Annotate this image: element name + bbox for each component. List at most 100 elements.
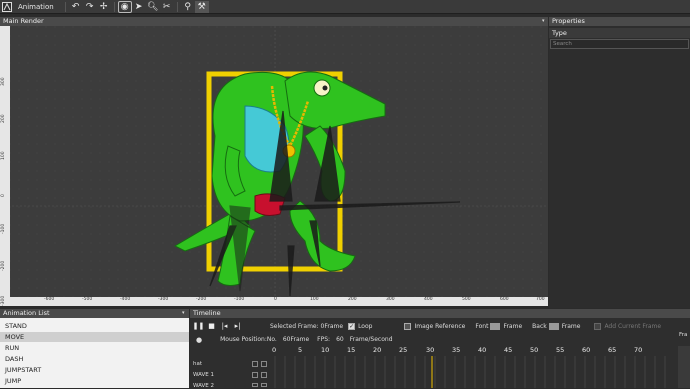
font-label: Font bbox=[475, 322, 489, 330]
render-canvas[interactable] bbox=[0, 26, 548, 306]
animation-list-item[interactable]: RUN bbox=[0, 343, 189, 353]
croc-pupil bbox=[322, 85, 328, 91]
separator bbox=[64, 1, 66, 12]
ruler-x-tick: 700 bbox=[536, 297, 545, 302]
bone-edit-icon[interactable]: ⚒ bbox=[194, 0, 209, 13]
separator bbox=[176, 1, 178, 12]
track-lock-icon[interactable] bbox=[261, 361, 267, 367]
frame-tick: 50 bbox=[530, 346, 539, 354]
select-tool-icon[interactable]: ◉ bbox=[117, 0, 132, 13]
loop-label: Loop bbox=[358, 322, 373, 330]
frame-tick: 40 bbox=[478, 346, 487, 354]
ik-tool-icon[interactable]: ⚲ bbox=[181, 1, 195, 13]
animation-list-panel: Animation List ▾ STAND MOVE RUN DASH JUM… bbox=[0, 309, 189, 388]
timeline-info: ● Mouse Position:No. 60Frame FPS: 60 Fra… bbox=[190, 334, 690, 345]
separator bbox=[113, 1, 115, 12]
track-lock-icon[interactable] bbox=[261, 372, 267, 378]
fps-value[interactable]: 60 bbox=[336, 336, 344, 343]
animation-list-item[interactable]: DASH bbox=[0, 354, 189, 364]
frame-tick: 60 bbox=[582, 346, 591, 354]
ruler-horizontal: -600 -500 -400 -300 -200 -100 0 100 200 … bbox=[10, 297, 548, 306]
ruler-y-tick: -200 bbox=[1, 260, 6, 271]
bone-icon[interactable]: ✂ bbox=[160, 1, 174, 13]
ruler-x-tick: -600 bbox=[44, 297, 55, 302]
total-frames-text: 60Frame bbox=[282, 336, 310, 343]
image-reference-checkbox[interactable] bbox=[404, 322, 412, 330]
frame-tick: 65 bbox=[608, 346, 617, 354]
app-logo-icon[interactable] bbox=[0, 1, 14, 13]
frame-tick: 5 bbox=[298, 346, 303, 354]
stop-icon[interactable]: ■ bbox=[207, 322, 216, 331]
panel-pin-icon[interactable]: ▾ bbox=[182, 310, 185, 316]
animation-list-item[interactable]: MOVE bbox=[0, 332, 189, 342]
redo-icon[interactable]: ↷ bbox=[83, 1, 97, 13]
properties-panel: Properties Type Search bbox=[549, 17, 690, 308]
frame-label: Frame bbox=[503, 322, 523, 330]
ruler-x-tick: -100 bbox=[234, 297, 245, 302]
ruler-y-tick: 300 bbox=[1, 77, 6, 86]
properties-title: Properties bbox=[549, 17, 690, 26]
animation-list-item[interactable]: JUMPSTART bbox=[0, 365, 189, 375]
next-frame-icon[interactable]: ▸| bbox=[233, 322, 242, 331]
track-lock-icon[interactable] bbox=[261, 383, 267, 387]
ruler-y-tick: 100 bbox=[1, 151, 6, 160]
track-visibility-icon[interactable] bbox=[252, 372, 258, 378]
pause-icon[interactable]: ❚❚ bbox=[193, 322, 205, 331]
animation-list-item[interactable]: STAND bbox=[0, 321, 189, 331]
frame-tick: 30 bbox=[426, 346, 435, 354]
animation-list-item[interactable]: JUMP bbox=[0, 376, 189, 386]
mode-label[interactable]: Animation bbox=[18, 3, 54, 11]
move-icon[interactable]: ✢ bbox=[97, 1, 111, 13]
selected-frame-text: Selected Frame: 0Frame bbox=[270, 322, 344, 330]
properties-search-input[interactable]: Search bbox=[550, 39, 689, 49]
pointer-icon[interactable]: ➤ bbox=[132, 1, 146, 13]
timeline-panel: Timeline ❚❚ ■ |◂ ▸| Selected Frame: 0Fra… bbox=[190, 309, 690, 389]
animation-list-title: Animation List bbox=[0, 309, 189, 318]
image-reference-label: Image Reference bbox=[414, 322, 466, 330]
timeline-controls: ❚❚ ■ |◂ ▸| Selected Frame: 0Frame ✓ Loop… bbox=[190, 320, 690, 332]
prev-frame-icon[interactable]: |◂ bbox=[220, 322, 229, 331]
ruler-y-tick: 200 bbox=[1, 114, 6, 123]
ruler-x-tick: -400 bbox=[120, 297, 131, 302]
frame-column-label: Fra bbox=[679, 332, 688, 338]
back-label: Back bbox=[532, 322, 547, 330]
frame-tick: 20 bbox=[373, 346, 382, 354]
ruler-y-tick: -100 bbox=[1, 223, 6, 234]
ruler-x-tick: 600 bbox=[500, 297, 509, 302]
ruler-x-tick: 300 bbox=[386, 297, 395, 302]
track-label[interactable]: WAVE 2 bbox=[193, 383, 214, 389]
ruler-x-tick: 0 bbox=[274, 297, 277, 302]
ruler-x-tick: 200 bbox=[348, 297, 357, 302]
main-render-title: Main Render bbox=[0, 17, 548, 26]
track-visibility-icon[interactable] bbox=[252, 383, 258, 387]
fps-label: FPS: bbox=[317, 336, 331, 343]
frame-tick: 45 bbox=[504, 346, 513, 354]
ruler-x-tick: -500 bbox=[82, 297, 93, 302]
frame-tick: 70 bbox=[634, 346, 643, 354]
record-icon[interactable]: ● bbox=[196, 336, 202, 344]
ruler-vertical: 300 200 100 0 -100 -200 -300 bbox=[0, 26, 10, 306]
property-type-label: Type bbox=[549, 28, 690, 38]
timeline-title: Timeline bbox=[190, 309, 690, 318]
canvas-drawing bbox=[0, 26, 548, 306]
frame-label: Frame bbox=[561, 322, 581, 330]
mouse-position-text: Mouse Position:No. bbox=[220, 336, 277, 343]
track-label[interactable]: WAVE 1 bbox=[193, 372, 214, 378]
zoom-icon[interactable]: 🔍︎ bbox=[146, 1, 160, 13]
toolbar: Animation ↶ ↷ ✢ ◉ ➤ 🔍︎ ✂ ⚲ ⚒ bbox=[0, 0, 690, 14]
croc-eye bbox=[313, 79, 331, 97]
back-frame-stepper[interactable] bbox=[548, 322, 559, 330]
track-label[interactable]: hat bbox=[193, 361, 202, 367]
ruler-x-tick: -300 bbox=[158, 297, 169, 302]
font-frame-stepper[interactable] bbox=[490, 322, 501, 330]
frame-tick: 0 bbox=[272, 346, 277, 354]
ruler-x-tick: -200 bbox=[196, 297, 207, 302]
frame-tick: 25 bbox=[399, 346, 408, 354]
add-current-frame-checkbox[interactable] bbox=[594, 322, 602, 330]
track-visibility-icon[interactable] bbox=[252, 361, 258, 367]
ruler-y-tick: -300 bbox=[1, 295, 6, 306]
frame-tick: 55 bbox=[556, 346, 565, 354]
panel-pin-icon[interactable]: ▾ bbox=[542, 18, 545, 24]
undo-icon[interactable]: ↶ bbox=[69, 1, 83, 13]
loop-checkbox[interactable]: ✓ bbox=[348, 322, 356, 330]
